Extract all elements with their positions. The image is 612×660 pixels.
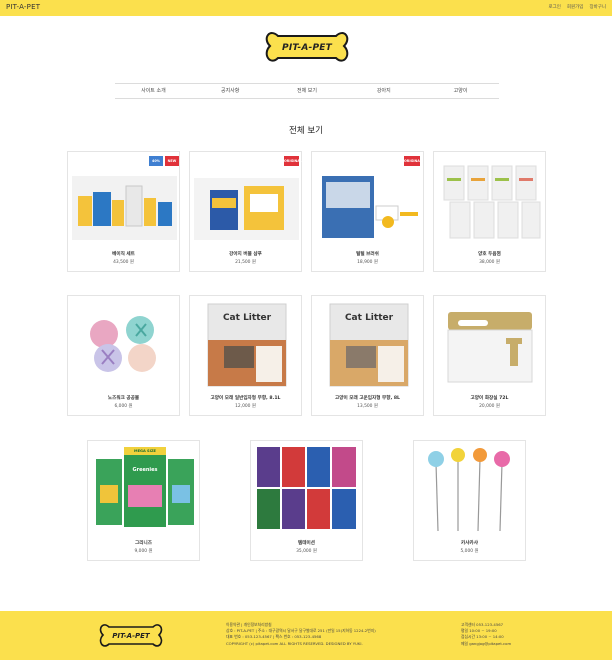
- product-image: [438, 300, 541, 387]
- product-image: Cat Litter: [194, 300, 297, 387]
- product-price: 5,000 원: [460, 549, 479, 554]
- product-price: 43,500 원: [113, 260, 134, 265]
- product-card[interactable]: 카샤카샤 5,000 원: [413, 440, 526, 561]
- footer-logo-text: PIT-A-PET: [112, 632, 150, 640]
- header-links: 로그인 회원가입 장바구니: [548, 4, 606, 10]
- product-price: 6,000 원: [114, 404, 133, 409]
- product-name: 노즈워크 공공볼: [107, 396, 140, 401]
- product-image: [72, 300, 175, 387]
- top-bar: PIT-A-PET 로그인 회원가입 장바구니: [0, 0, 612, 16]
- cart-link[interactable]: 장바구니: [589, 4, 606, 10]
- product-name: 털털 브러쉬: [356, 252, 379, 257]
- contact-email[interactable]: 메일 gangjog@pitapet.com: [461, 641, 511, 647]
- product-image: [255, 445, 358, 532]
- sale-badge: 40% SALE: [149, 156, 163, 173]
- footer-logo[interactable]: PIT-A-PET: [98, 619, 164, 653]
- product-card[interactable]: ORIGINAL 털털 브러쉬 18,900 원: [311, 151, 424, 272]
- original-badge: ORIGINAL: [404, 156, 422, 166]
- nav-item-cat[interactable]: 고양이: [422, 84, 499, 98]
- product-image: ORIGINAL: [194, 156, 302, 243]
- nav-item-about[interactable]: 사이트 소개: [115, 84, 192, 98]
- greenies-label: Greenies: [132, 467, 158, 473]
- mega-size-label: MEGA SIZE: [134, 449, 156, 453]
- product-price: 9,000 원: [134, 549, 153, 554]
- product-card[interactable]: MEGA SIZE Greenies 그리니즈 9,000 원: [87, 440, 200, 561]
- product-card[interactable]: Cat Litter 고양이 모래 고운입자형 무향, 8L 13,500 원: [311, 295, 424, 416]
- product-name: 양호 두음껌: [478, 252, 501, 257]
- product-price: 18,900 원: [357, 260, 378, 265]
- nav-item-notice[interactable]: 공지사항: [192, 84, 269, 98]
- new-badge: NEW: [165, 156, 179, 166]
- product-card[interactable]: Cat Litter 고양이 모래 일반입자형 무향, 8.1L 12,000 …: [189, 295, 302, 416]
- product-name: 그리니즈: [135, 541, 152, 546]
- login-link[interactable]: 로그인: [548, 4, 560, 10]
- product-image: [418, 445, 521, 532]
- product-card[interactable]: 양호 두음껌 38,000 원: [433, 151, 546, 272]
- product-name: 고양이 모래 일반입자형 무향, 8.1L: [210, 396, 281, 401]
- footer-contact: 고객센터 053-123-4567 평일 10:00 ~ 19:00 점심시간 …: [461, 622, 511, 647]
- product-name: 카샤카샤: [461, 541, 478, 546]
- product-image: Cat Litter: [316, 300, 419, 387]
- product-card[interactable]: 노즈워크 공공볼 6,000 원: [67, 295, 180, 416]
- product-card[interactable]: 고양이 화장실 72L 20,000 원: [433, 295, 546, 416]
- product-card[interactable]: ORIGINAL 강아지 버블 샴푸 21,500 원: [189, 151, 302, 272]
- product-price: 20,000 원: [479, 404, 500, 409]
- product-price: 13,500 원: [357, 404, 378, 409]
- footer-info: 이용약관 | 개인정보처리방침 상호 : PIT-A-PET | 주소 : 대구…: [226, 622, 376, 647]
- nav-item-dog[interactable]: 강아지: [345, 84, 422, 98]
- product-name: 템테이션: [298, 541, 315, 546]
- product-image: ORIGINAL: [316, 156, 422, 243]
- nav-item-all[interactable]: 전체 보기: [269, 84, 346, 98]
- product-name: 고양이 화장실 72L: [470, 396, 509, 401]
- signup-link[interactable]: 회원가입: [567, 4, 584, 10]
- product-image: MEGA SIZE Greenies: [92, 445, 195, 532]
- product-image: [438, 156, 541, 243]
- product-name: 베이직 세트: [112, 252, 135, 257]
- cat-litter-label: Cat Litter: [344, 313, 394, 323]
- brand-name[interactable]: PIT-A-PET: [6, 3, 40, 11]
- main-nav: 사이트 소개 공지사항 전체 보기 강아지 고양이: [115, 83, 499, 99]
- footer-copyright: COPYRIGHT (c) pitapet.com ALL RIGHTS RES…: [226, 640, 363, 646]
- product-name: 고양이 모래 고운입자형 무향, 8L: [335, 396, 400, 401]
- cat-litter-label: Cat Litter: [222, 313, 272, 323]
- product-name: 강아지 버블 샴푸: [229, 252, 262, 257]
- site-logo[interactable]: PIT-A-PET: [264, 26, 350, 70]
- footer: PIT-A-PET 이용약관 | 개인정보처리방침 상호 : PIT-A-PET…: [0, 611, 612, 660]
- product-image: 40% SALE NEW: [72, 156, 179, 243]
- product-card[interactable]: 템테이션 35,000 원: [250, 440, 363, 561]
- product-price: 21,500 원: [235, 260, 256, 265]
- product-price: 12,000 원: [235, 404, 256, 409]
- lunch-hours: 점심시간 13:00 ~ 14:00: [461, 634, 504, 640]
- original-badge: ORIGINAL: [284, 156, 302, 166]
- product-price: 35,000 원: [296, 549, 317, 554]
- page-title: 전체 보기: [289, 126, 323, 136]
- product-card[interactable]: 40% SALE NEW 베이직 세트 43,500 원: [67, 151, 180, 272]
- product-price: 38,000 원: [479, 260, 500, 265]
- logo-text: PIT-A-PET: [282, 43, 332, 53]
